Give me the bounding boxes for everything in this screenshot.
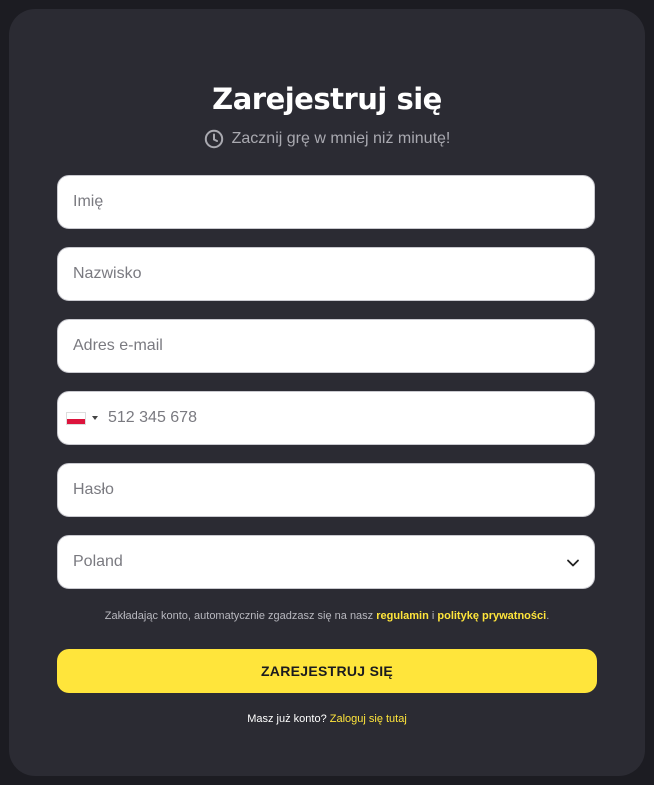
login-link[interactable]: Zaloguj się tutaj xyxy=(330,713,407,725)
subtitle-text: Zacznij grę w mniej niż minutę! xyxy=(231,130,451,147)
first-name-field-wrapper xyxy=(57,175,595,229)
country-code-picker[interactable] xyxy=(58,392,98,444)
terms-prefix: Zakładając konto, automatycznie zgadzasz… xyxy=(104,610,377,622)
country-select[interactable]: Poland xyxy=(57,535,595,589)
password-field-wrapper xyxy=(57,463,595,517)
register-button[interactable]: ZAREJESTRUJ SIĘ xyxy=(57,649,597,693)
terms-suffix: . xyxy=(546,610,550,622)
first-name-input[interactable] xyxy=(58,176,594,228)
password-input[interactable] xyxy=(58,464,594,516)
email-field-wrapper xyxy=(57,319,595,373)
clock-icon xyxy=(204,129,223,149)
email-input[interactable] xyxy=(58,320,594,372)
last-name-field-wrapper xyxy=(57,247,595,301)
login-prompt-text: Masz już konto? xyxy=(247,713,330,725)
terms-notice: Zakładając konto, automatycznie zgadzasz… xyxy=(0,610,654,622)
regulations-link[interactable]: regulamin xyxy=(376,610,429,622)
page-title: Zarejestruj się xyxy=(212,82,442,116)
phone-input[interactable] xyxy=(98,392,594,444)
phone-field-wrapper xyxy=(57,391,595,445)
poland-flag-icon xyxy=(66,411,86,425)
login-prompt: Masz już konto? Zaloguj się tutaj xyxy=(0,713,654,725)
subtitle: Zacznij grę w mniej niż minutę! xyxy=(0,129,654,149)
privacy-policy-link[interactable]: politykę prywatności xyxy=(437,610,546,622)
last-name-input[interactable] xyxy=(58,248,594,300)
country-select-value: Poland xyxy=(73,553,123,570)
chevron-down-icon xyxy=(567,559,579,567)
